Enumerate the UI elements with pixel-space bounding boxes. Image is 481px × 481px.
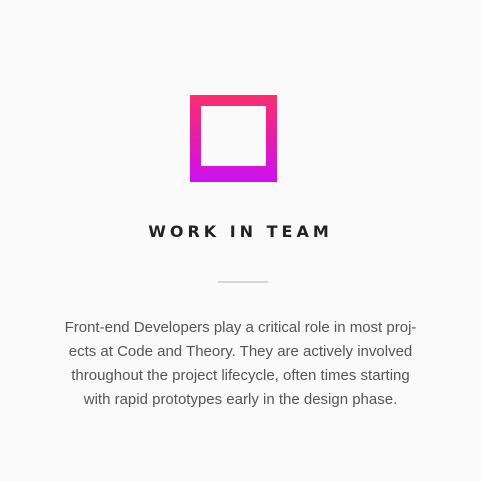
feature-title: WORK IN TEAM — [148, 222, 333, 241]
gradient-square-icon — [190, 95, 277, 182]
description-line: throughout the project lifecycle, often … — [71, 367, 410, 384]
feature-description: Front-end Developers play a critical rol… — [50, 316, 431, 412]
description-line: with rapid prototypes early in the desig… — [83, 391, 398, 408]
square-icon-inner — [201, 106, 266, 166]
divider — [218, 281, 268, 283]
description-line: ects at Code and Theory. They are active… — [68, 343, 413, 360]
description-line: Front-end Developers play a critical rol… — [64, 319, 417, 336]
feature-card: WORK IN TEAM Front-end Developers play a… — [0, 0, 481, 481]
